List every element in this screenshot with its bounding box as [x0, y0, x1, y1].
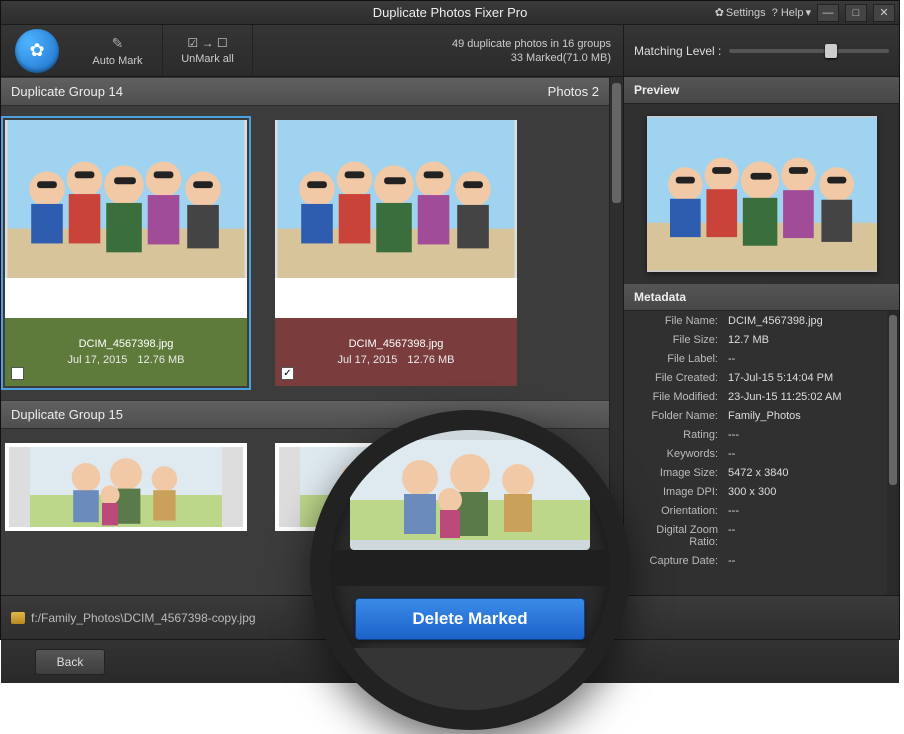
metadata-value: -- [728, 555, 875, 567]
preview-image [647, 116, 877, 272]
photo-footer: DCIM_4567398.jpg Jul 17, 2015 12.76 MB ✓ [275, 318, 517, 386]
photo-checkbox[interactable]: ✓ [281, 367, 294, 380]
gear-icon: ✿ [15, 29, 59, 73]
wand-icon: ✎ [112, 35, 124, 52]
photo-filename: DCIM_4567398.jpg [79, 338, 174, 350]
metadata-key: File Modified: [628, 391, 718, 403]
photo-footer: DCIM_4567398.jpg Jul 17, 2015 12.76 MB [5, 318, 247, 386]
metadata-key: File Label: [628, 353, 718, 365]
close-button[interactable]: ✕ [873, 4, 895, 22]
metadata-value: -- [728, 353, 875, 365]
delete-marked-button[interactable]: Delete Marked [355, 598, 585, 640]
metadata-row: Image Size: 5472 x 3840 [624, 463, 885, 482]
metadata-value: 5472 x 3840 [728, 467, 875, 479]
photo-size: 12.76 MB [137, 354, 184, 366]
minimize-button[interactable]: — [817, 4, 839, 22]
metadata-row: File Modified: 23-Jun-15 11:25:02 AM [624, 387, 885, 406]
metadata-row: Folder Name: Family_Photos [624, 406, 885, 425]
back-button[interactable]: Back [35, 649, 105, 675]
metadata-value: 17-Jul-15 5:14:04 PM [728, 372, 875, 384]
side-panel: Preview Metadata File Name: DCIM_4567398.… [623, 77, 899, 595]
photo-date: Jul 17, 2015 [67, 354, 127, 366]
preview-header: Preview [624, 77, 899, 104]
metadata-header: Metadata [624, 284, 899, 311]
status-area: 49 duplicate photos in 16 groups 33 Mark… [275, 25, 623, 76]
metadata-key: File Size: [628, 334, 718, 346]
metadata-row: File Name: DCIM_4567398.jpg [624, 311, 885, 330]
photo-card[interactable]: DCIM_4567398.jpg Jul 17, 2015 12.76 MB [5, 120, 247, 386]
group-count: Photos 2 [548, 84, 599, 99]
photo-size: 12.76 MB [407, 354, 454, 366]
metadata-key: Digital Zoom Ratio: [628, 524, 718, 548]
group-title: Duplicate Group 15 [11, 407, 123, 422]
group-title: Duplicate Group 14 [11, 84, 123, 99]
file-path: f:/Family_Photos\DCIM_4567398-copy.jpg [31, 611, 256, 625]
metadata-key: Orientation: [628, 505, 718, 517]
matching-level-control: Matching Level : [623, 25, 899, 76]
metadata-row: File Created: 17-Jul-15 5:14:04 PM [624, 368, 885, 387]
title-bar: Duplicate Photos Fixer Pro ✿ Settings ? … [1, 1, 899, 25]
metadata-value: 12.7 MB [728, 334, 875, 346]
metadata-row: Rating: --- [624, 425, 885, 444]
metadata-list: File Name: DCIM_4567398.jpg File Size: 12.7… [624, 311, 899, 595]
metadata-row: Digital Zoom Ratio: -- [624, 520, 885, 551]
maximize-button[interactable]: □ [845, 4, 867, 22]
scrollbar-thumb[interactable] [612, 83, 621, 203]
photo-filename: DCIM_4567398.jpg [349, 338, 444, 350]
slider-thumb[interactable] [825, 44, 837, 58]
metadata-value: DCIM_4567398.jpg [728, 315, 875, 327]
metadata-key: File Name: [628, 315, 718, 327]
matching-level-slider[interactable] [729, 49, 889, 53]
photo-card[interactable]: DCIM_4567398.jpg Jul 17, 2015 12.76 MB ✓ [275, 120, 517, 386]
matching-level-label: Matching Level : [634, 44, 721, 58]
metadata-row: Orientation: --- [624, 501, 885, 520]
metadata-key: Image Size: [628, 467, 718, 479]
metadata-value: Family_Photos [728, 410, 875, 422]
app-logo: ✿ [1, 25, 73, 76]
status-marked: 33 Marked(71.0 MB) [511, 52, 611, 64]
metadata-key: Image DPI: [628, 486, 718, 498]
photo-card[interactable] [5, 443, 247, 531]
metadata-key: Folder Name: [628, 410, 718, 422]
metadata-value: --- [728, 429, 875, 441]
magnified-thumbnail [350, 430, 590, 550]
metadata-key: Capture Date: [628, 555, 718, 567]
settings-link[interactable]: ✿ Settings [715, 6, 766, 19]
folder-icon [11, 612, 25, 624]
toolbar: ✿ ✎ Auto Mark ☑ → ☐ UnMark all 49 duplic… [1, 25, 899, 77]
metadata-key: Rating: [628, 429, 718, 441]
photo-thumbnail [5, 120, 247, 278]
metadata-row: Image DPI: 300 x 300 [624, 482, 885, 501]
metadata-row: Capture Date: -- [624, 551, 885, 570]
metadata-value: --- [728, 505, 875, 517]
photo-checkbox[interactable] [11, 367, 24, 380]
photo-thumbnail [5, 443, 247, 531]
metadata-row: File Label: -- [624, 349, 885, 368]
scrollbar-thumb[interactable] [889, 315, 897, 485]
magnifier-overlay: Delete Marked [310, 410, 630, 730]
metadata-scrollbar[interactable] [887, 311, 899, 595]
metadata-value: -- [728, 448, 875, 460]
photo-date: Jul 17, 2015 [337, 354, 397, 366]
metadata-key: File Created: [628, 372, 718, 384]
help-link[interactable]: ? Help▾ [772, 6, 811, 19]
uncheck-icon: ☑ → ☐ [187, 36, 227, 50]
metadata-key: Keywords: [628, 448, 718, 460]
metadata-row: File Size: 12.7 MB [624, 330, 885, 349]
status-duplicates: 49 duplicate photos in 16 groups [452, 38, 611, 50]
auto-mark-button[interactable]: ✎ Auto Mark [73, 25, 163, 76]
metadata-value: 23-Jun-15 11:25:02 AM [728, 391, 875, 403]
group-header: Duplicate Group 14 Photos 2 [1, 77, 609, 106]
metadata-row: Keywords: -- [624, 444, 885, 463]
unmark-all-button[interactable]: ☑ → ☐ UnMark all [163, 25, 253, 76]
preview-box [624, 104, 899, 284]
metadata-value: 300 x 300 [728, 486, 875, 498]
app-title: Duplicate Photos Fixer Pro [373, 5, 528, 20]
metadata-value: -- [728, 524, 875, 548]
photo-thumbnail [275, 120, 517, 278]
